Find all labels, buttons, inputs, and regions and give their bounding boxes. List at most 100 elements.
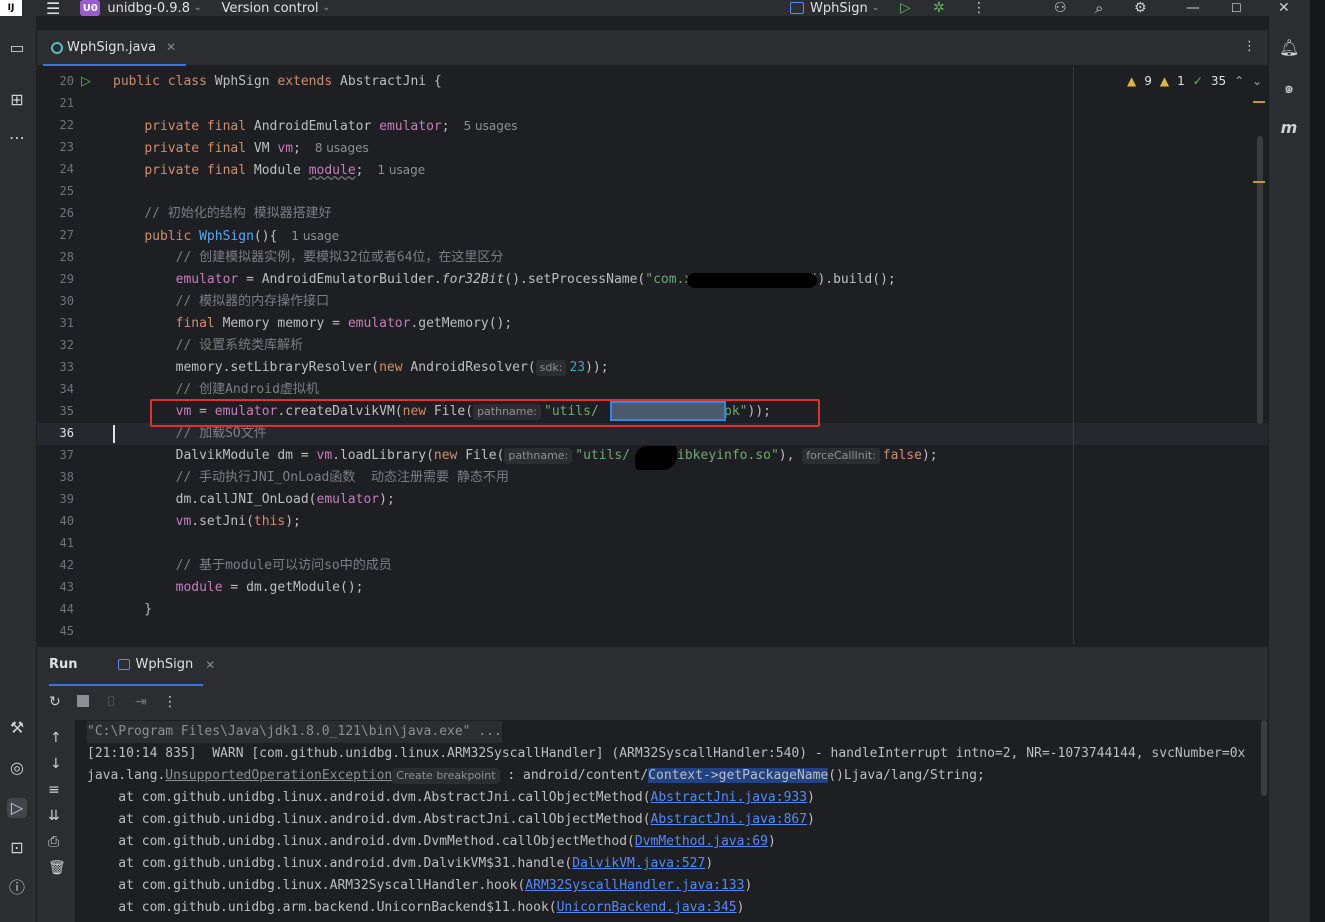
- line-number[interactable]: 37: [37, 448, 74, 462]
- run-config-selector[interactable]: WphSign ⌄: [790, 0, 879, 16]
- arrow-down-icon[interactable]: ↓: [50, 756, 62, 772]
- inspection-widget[interactable]: ▲ 9 ▲ 1 ✓ 35 ⌃ ⌄: [1127, 74, 1262, 88]
- stop-icon[interactable]: [77, 695, 89, 707]
- line-number[interactable]: 34: [37, 382, 74, 396]
- source-link[interactable]: UnicornBackend.java:345: [557, 900, 737, 915]
- more-tools-icon[interactable]: ⋯: [7, 128, 27, 148]
- ai-assistant-icon[interactable]: ๑: [1279, 78, 1299, 98]
- source-link[interactable]: DvmMethod.java:69: [635, 834, 768, 849]
- warning-stripe[interactable]: [1253, 181, 1265, 183]
- search-icon[interactable]: ⌕: [1095, 0, 1103, 17]
- source-link[interactable]: ARM32SyscallHandler.java:133: [525, 878, 744, 893]
- chevron-down-icon[interactable]: ⌄: [194, 3, 202, 13]
- more-options-icon[interactable]: ⋮: [163, 694, 177, 710]
- title-bar: IJ ☰ U0 unidbg-0.9.8 ⌄ Version control ⌄…: [0, 0, 1310, 18]
- line-number[interactable]: 20: [37, 74, 74, 88]
- camera-icon[interactable]: ⌷: [107, 694, 115, 710]
- project-badge[interactable]: U0: [80, 0, 101, 16]
- line-number[interactable]: 40: [37, 514, 74, 528]
- source-link[interactable]: AbstractJni.java:867: [651, 812, 808, 827]
- notifications-bell-icon[interactable]: 🔔︎: [1279, 38, 1299, 58]
- line-number[interactable]: 26: [37, 206, 74, 220]
- line-number[interactable]: 21: [37, 96, 74, 110]
- run-config-icon: [790, 2, 804, 14]
- main-menu-icon[interactable]: ☰: [46, 0, 60, 18]
- line-number[interactable]: 38: [37, 470, 74, 484]
- chevron-down-icon[interactable]: ⌄: [323, 3, 331, 13]
- line-number[interactable]: 22: [37, 118, 74, 132]
- project-folder-icon[interactable]: ▭: [7, 38, 27, 58]
- tab-run-wphsign[interactable]: WphSign: [136, 657, 194, 672]
- close-tab-icon[interactable]: ✕: [205, 658, 215, 672]
- structure-icon[interactable]: ⊞: [7, 90, 27, 110]
- line-number[interactable]: 35: [37, 404, 74, 418]
- previous-highlight-icon[interactable]: ⌃: [1234, 74, 1244, 88]
- editor-scrollbar[interactable]: [1257, 136, 1263, 424]
- line-number[interactable]: 29: [37, 272, 74, 286]
- line-number[interactable]: 23: [37, 140, 74, 154]
- minimize-icon[interactable]: —: [1186, 0, 1200, 16]
- settings-gear-icon[interactable]: ⚙: [1134, 0, 1147, 16]
- version-control-menu[interactable]: Version control: [222, 1, 319, 16]
- source-link[interactable]: AbstractJni.java:933: [651, 790, 808, 805]
- rerun-icon[interactable]: ↻: [49, 694, 61, 710]
- line-number[interactable]: 27: [37, 228, 74, 242]
- code-editor[interactable]: ▲ 9 ▲ 1 ✓ 35 ⌃ ⌄ 20 21 22 23 24 25 26 27 28 29 30 31 32…: [37, 66, 1268, 644]
- line-number[interactable]: 45: [37, 624, 74, 638]
- run-console[interactable]: "C:\Program Files\Java\jdk1.8.0_121\bin\…: [75, 720, 1268, 922]
- intellij-logo-icon[interactable]: IJ: [0, 0, 22, 16]
- print-icon[interactable]: ⎙: [48, 834, 59, 850]
- next-highlight-icon[interactable]: ⌄: [1252, 74, 1262, 88]
- line-number[interactable]: 43: [37, 580, 74, 594]
- tab-options-icon[interactable]: ⋮: [1243, 39, 1256, 54]
- line-number[interactable]: 24: [37, 162, 74, 176]
- services-icon[interactable]: ◎: [7, 758, 27, 778]
- scroll-to-end-icon[interactable]: ⇊: [48, 808, 60, 824]
- tab-wphsign-java[interactable]: WphSign.java ✕: [43, 30, 187, 66]
- trash-icon[interactable]: 🗑︎: [48, 860, 66, 876]
- line-number[interactable]: 41: [37, 536, 74, 550]
- line-number[interactable]: 32: [37, 338, 74, 352]
- build-hammer-icon[interactable]: ⚒: [7, 718, 27, 738]
- problems-icon[interactable]: ⓘ: [7, 878, 27, 898]
- run-icon[interactable]: ▷: [900, 0, 911, 16]
- warning-stripe[interactable]: [1253, 101, 1265, 103]
- line-number[interactable]: 39: [37, 492, 74, 506]
- stack-trace-line: at com.github.unidbg.linux.ARM32SyscallH…: [87, 878, 753, 893]
- console-command-line[interactable]: "C:\Program Files\Java\jdk1.8.0_121\bin\…: [87, 721, 502, 743]
- close-window-icon[interactable]: ✕: [1278, 0, 1290, 16]
- line-number[interactable]: 30: [37, 294, 74, 308]
- add-user-icon[interactable]: ⚇: [1054, 0, 1067, 16]
- source-link[interactable]: DalvikVM.java:527: [572, 856, 705, 871]
- line-number[interactable]: 42: [37, 558, 74, 572]
- line-number[interactable]: 25: [37, 184, 74, 198]
- console-scrollbar[interactable]: [1261, 720, 1267, 796]
- code-line-38: // 手动执行JNI_OnLoad函数 动态注册需要 静态不用: [175, 470, 509, 485]
- create-breakpoint-button[interactable]: Create breakpoint: [392, 768, 500, 784]
- line-number[interactable]: 31: [37, 316, 74, 330]
- line-number[interactable]: 33: [37, 360, 74, 374]
- usages-hint[interactable]: 8 usages: [315, 141, 369, 155]
- debug-icon[interactable]: ✲: [933, 0, 945, 16]
- maven-icon[interactable]: m: [1279, 118, 1299, 138]
- redaction-scribble: [635, 446, 677, 470]
- maximize-icon[interactable]: ☐: [1231, 0, 1242, 16]
- line-number[interactable]: 28: [37, 250, 74, 264]
- more-actions-icon[interactable]: ⋮: [972, 0, 986, 16]
- close-tab-icon[interactable]: ✕: [166, 40, 176, 54]
- line-number[interactable]: 36: [37, 426, 74, 440]
- exit-icon[interactable]: ⇥: [135, 694, 147, 710]
- selected-text: Context->getPackageName: [648, 768, 829, 783]
- soft-wrap-icon[interactable]: ≡: [48, 782, 60, 798]
- project-name[interactable]: unidbg-0.9.8: [107, 1, 190, 16]
- usages-hint[interactable]: 5 usages: [464, 119, 518, 133]
- stack-trace-line: at com.github.unidbg.arm.backend.Unicorn…: [87, 900, 745, 915]
- usages-hint[interactable]: 1 usage: [291, 229, 339, 243]
- exception-class-link[interactable]: UnsupportedOperationException: [165, 768, 392, 783]
- usages-hint[interactable]: 1 usage: [377, 163, 425, 177]
- run-tool-icon[interactable]: ▷: [7, 798, 27, 818]
- line-number[interactable]: 44: [37, 602, 74, 616]
- arrow-up-icon[interactable]: ↑: [50, 730, 62, 746]
- run-gutter-icon[interactable]: ▷: [81, 74, 91, 89]
- terminal-icon[interactable]: ⊡: [7, 838, 27, 858]
